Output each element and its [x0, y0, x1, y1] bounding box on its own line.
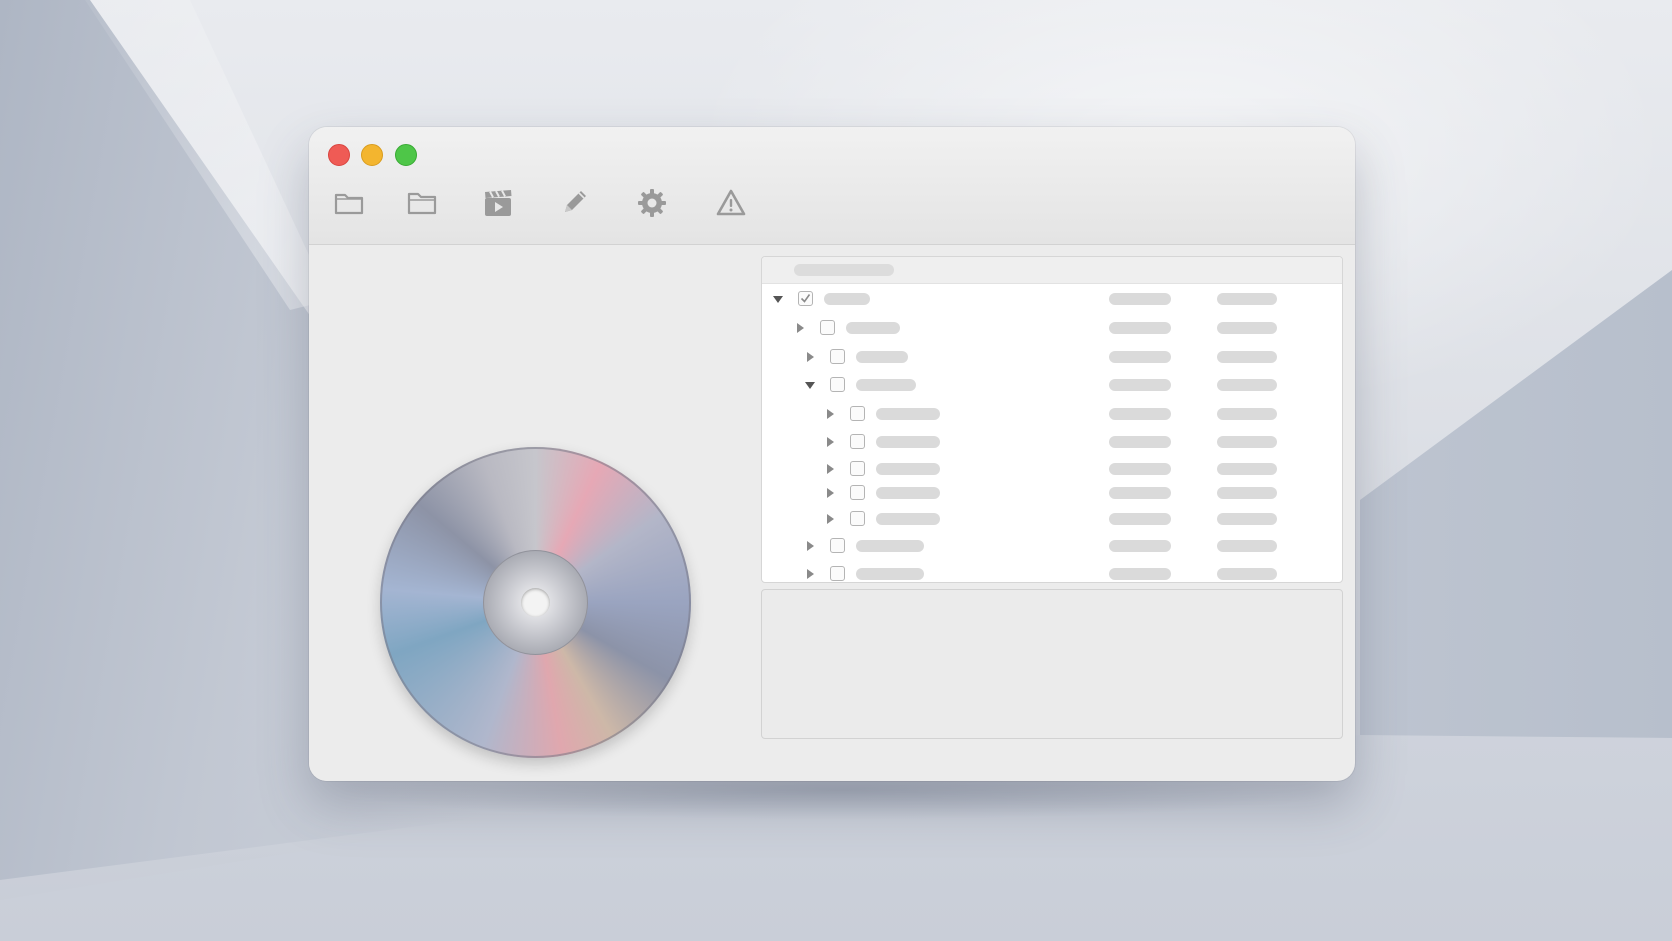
- tree-row-column-3: [1217, 351, 1277, 363]
- disclosure-triangle-right-icon[interactable]: [824, 513, 836, 525]
- tree-row-label: [876, 463, 940, 475]
- toolbar-folder-button[interactable]: [329, 183, 369, 223]
- tree-row-label: [876, 487, 940, 499]
- warning-icon: [716, 189, 746, 216]
- tree-row-label: [856, 568, 924, 580]
- tree-row-checkbox[interactable]: [850, 461, 865, 476]
- tree-row-checkbox[interactable]: [820, 320, 835, 335]
- tree-row[interactable]: [762, 428, 1342, 456]
- disclosure-triangle-right-icon[interactable]: [824, 408, 836, 420]
- disc-hub: [483, 550, 588, 655]
- info-panel: [761, 589, 1343, 739]
- tree-row-column-3: [1217, 408, 1277, 420]
- tree-row-checkbox[interactable]: [850, 406, 865, 421]
- minimize-button[interactable]: [361, 144, 383, 166]
- tree-row-column-2: [1109, 351, 1171, 363]
- tree-row-column-2: [1109, 436, 1171, 448]
- tree-row-column-3: [1217, 487, 1277, 499]
- open-folder-icon: [407, 192, 437, 215]
- disclosure-triangle-right-icon[interactable]: [824, 436, 836, 448]
- tree-row-column-2: [1109, 540, 1171, 552]
- disc-hole: [521, 588, 550, 617]
- tree-row-column-2: [1109, 379, 1171, 391]
- tree-row-checkbox[interactable]: [850, 511, 865, 526]
- tree-row-column-3: [1217, 436, 1277, 448]
- tree-row-column-3: [1217, 513, 1277, 525]
- folder-icon: [334, 193, 364, 215]
- tree-row-checkbox[interactable]: [798, 291, 813, 306]
- tree-row-label: [846, 322, 900, 334]
- disclosure-triangle-right-icon[interactable]: [794, 322, 806, 334]
- tree-header-label: [794, 264, 894, 276]
- disclosure-triangle-right-icon[interactable]: [824, 487, 836, 499]
- tree-row[interactable]: [762, 479, 1342, 507]
- toolbar-edit-button[interactable]: [554, 183, 594, 223]
- file-tree[interactable]: [761, 256, 1343, 583]
- tree-row-column-3: [1217, 322, 1277, 334]
- tree-row[interactable]: [762, 532, 1342, 560]
- tree-row-column-3: [1217, 463, 1277, 475]
- maximize-button[interactable]: [395, 144, 417, 166]
- tree-row-column-2: [1109, 463, 1171, 475]
- toolbar-settings-button[interactable]: [632, 183, 672, 223]
- tree-row-column-2: [1109, 568, 1171, 580]
- desktop-background: [0, 0, 1672, 941]
- disclosure-triangle-down-icon[interactable]: [772, 293, 784, 305]
- disclosure-triangle-right-icon[interactable]: [804, 540, 816, 552]
- tree-row-column-2: [1109, 408, 1171, 420]
- tree-row[interactable]: [762, 371, 1342, 399]
- title-bar: [309, 127, 1355, 245]
- tree-row-column-2: [1109, 513, 1171, 525]
- disclosure-triangle-right-icon[interactable]: [804, 568, 816, 580]
- tree-row-checkbox[interactable]: [830, 377, 845, 392]
- tree-row-label: [856, 540, 924, 552]
- toolbar-warning-button[interactable]: [711, 183, 751, 223]
- gear-icon: [638, 189, 666, 217]
- tree-header: [762, 257, 1342, 284]
- tree-row-checkbox[interactable]: [830, 349, 845, 364]
- tree-row-column-2: [1109, 487, 1171, 499]
- disclosure-triangle-down-icon[interactable]: [804, 379, 816, 391]
- optical-disc-icon: [380, 447, 691, 758]
- tree-row[interactable]: [762, 400, 1342, 428]
- close-button[interactable]: [328, 144, 350, 166]
- disclosure-triangle-right-icon[interactable]: [824, 463, 836, 475]
- tree-row-checkbox[interactable]: [850, 485, 865, 500]
- tree-row-column-3: [1217, 379, 1277, 391]
- tree-row-checkbox[interactable]: [850, 434, 865, 449]
- clapperboard-icon: [485, 190, 512, 216]
- tree-row-column-2: [1109, 322, 1171, 334]
- tree-row[interactable]: [762, 314, 1342, 342]
- tree-row[interactable]: [762, 505, 1342, 533]
- tree-row-column-3: [1217, 293, 1277, 305]
- pencil-icon: [565, 191, 586, 212]
- tree-row-column-2: [1109, 293, 1171, 305]
- tree-row[interactable]: [762, 285, 1342, 313]
- tree-row[interactable]: [762, 560, 1342, 582]
- tree-row[interactable]: [762, 343, 1342, 371]
- tree-row-checkbox[interactable]: [830, 566, 845, 581]
- tree-row-column-3: [1217, 540, 1277, 552]
- tree-row-label: [876, 408, 940, 420]
- left-pane: [309, 245, 759, 781]
- tree-row-label: [824, 293, 870, 305]
- app-window: [309, 127, 1355, 781]
- tree-row-column-3: [1217, 568, 1277, 580]
- toolbar-open-folder-button[interactable]: [402, 183, 442, 223]
- toolbar-video-button[interactable]: [478, 183, 518, 223]
- tree-row-label: [876, 436, 940, 448]
- tree-row-label: [876, 513, 940, 525]
- tree-row-checkbox[interactable]: [830, 538, 845, 553]
- tree-row-label: [856, 379, 916, 391]
- disclosure-triangle-right-icon[interactable]: [804, 351, 816, 363]
- tree-row-label: [856, 351, 908, 363]
